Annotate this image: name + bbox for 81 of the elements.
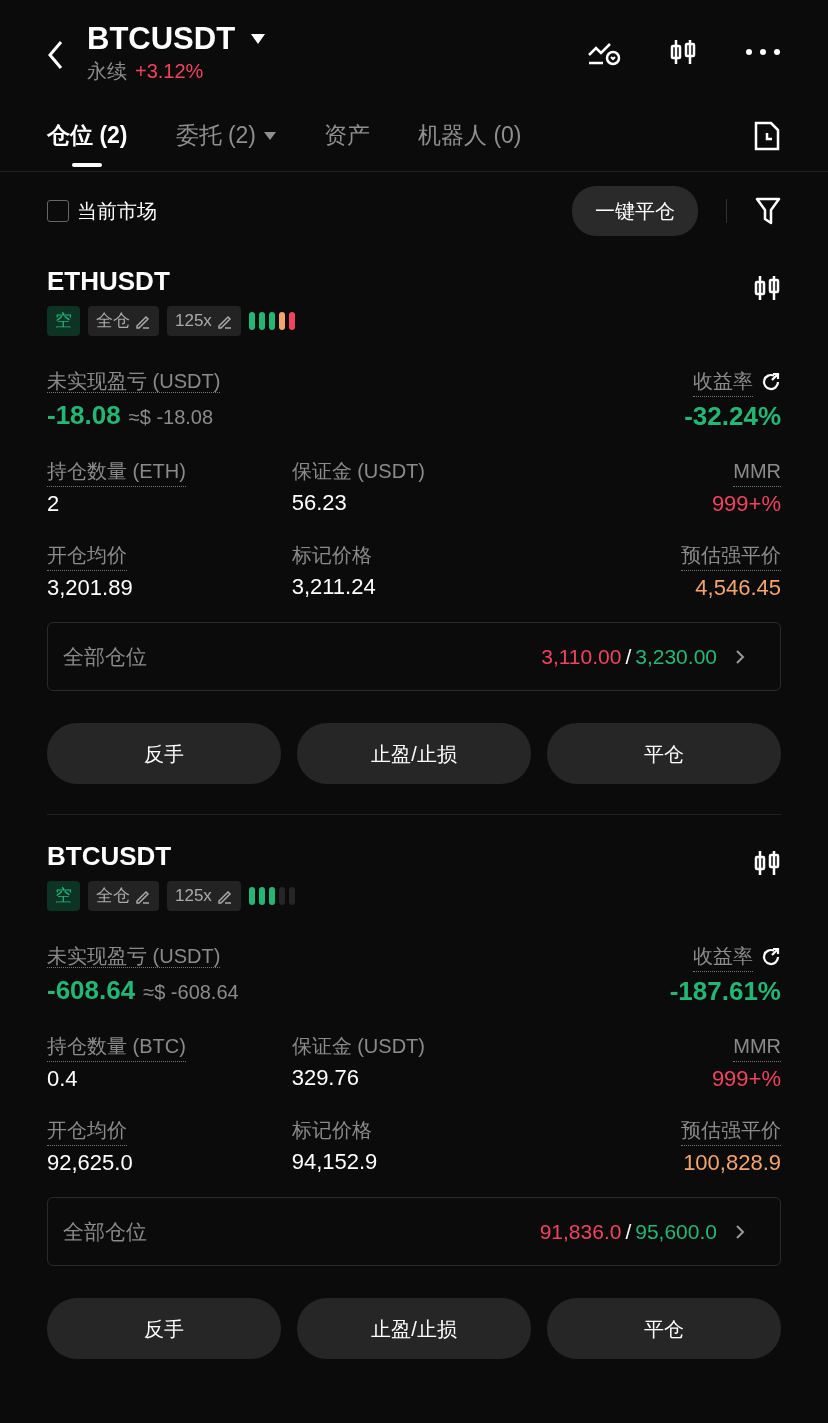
action-button[interactable]: 平仓 [547, 1298, 781, 1359]
contract-type: 永续 [87, 59, 127, 85]
stat-label: 预估强平价 [681, 540, 781, 571]
stat-label: MMR [733, 1031, 781, 1062]
tab[interactable]: 委托 (2) [175, 100, 276, 171]
side-tag: 空 [47, 881, 80, 911]
range-separator: / [625, 1218, 632, 1245]
chevron-right-icon[interactable] [735, 648, 745, 665]
candlestick-icon[interactable] [753, 274, 781, 302]
range-low: 91,836.0 [539, 1218, 622, 1245]
filter-icon[interactable] [755, 196, 781, 226]
margin-mode-tag[interactable]: 全仓 [88, 881, 159, 911]
position-range-row[interactable]: 全部仓位 91,836.0 / 95,600.0 [47, 1197, 781, 1266]
close-all-button[interactable]: 一键平仓 [572, 186, 698, 236]
stat-value: 92,625.0 [47, 1149, 134, 1177]
stat-value: 3,211.24 [291, 573, 377, 601]
share-icon[interactable] [761, 371, 781, 392]
tab[interactable]: 机器人 (0) [418, 100, 522, 171]
roe-label: 收益率 [693, 366, 753, 397]
action-button[interactable]: 平仓 [547, 723, 781, 784]
stat-value: 94,152.9 [291, 1148, 379, 1176]
action-button[interactable]: 止盈/止损 [297, 1298, 531, 1359]
stat-value: 0.4 [47, 1065, 79, 1093]
tab[interactable]: 仓位 (2) [47, 100, 128, 171]
candlestick-icon[interactable] [753, 849, 781, 877]
pnl-value: -608.64 [47, 974, 136, 1007]
pnl-value: -18.08 [47, 399, 121, 432]
range-high: 95,600.0 [635, 1218, 717, 1245]
stat-value: 56.23 [291, 489, 348, 517]
stat-label: 开仓均价 [47, 1115, 127, 1146]
roe-value: -187.61% [669, 975, 781, 1008]
range-label: 全部仓位 [63, 1218, 147, 1245]
price-change: +3.12% [135, 59, 204, 85]
candlestick-icon[interactable] [669, 38, 697, 66]
pnl-label: 未实现盈亏 (USDT) [47, 370, 221, 393]
roe-value: -32.24% [684, 400, 781, 433]
history-icon[interactable] [753, 119, 781, 152]
stat-label: 持仓数量 (BTC) [47, 1031, 186, 1062]
caret-icon[interactable] [264, 131, 276, 140]
stat-value: 3,201.89 [47, 574, 134, 602]
stat-value: 329.76 [291, 1064, 360, 1092]
roe-label: 收益率 [693, 941, 753, 972]
stat-value: 4,546.45 [694, 574, 781, 602]
checkbox[interactable] [47, 200, 69, 222]
more-icon[interactable] [745, 48, 781, 56]
range-label: 全部仓位 [63, 643, 147, 670]
symbol-title: BTCUSDT [87, 22, 236, 57]
pnl-usd: ≈$ -18.08 [128, 405, 214, 430]
checkbox-label[interactable]: 当前市场 [77, 196, 157, 226]
stat-value: 999+% [710, 1065, 781, 1093]
stat-label: 开仓均价 [47, 540, 127, 571]
position-symbol[interactable]: ETHUSDT [47, 261, 170, 301]
share-icon[interactable] [761, 946, 781, 967]
pnl-label: 未实现盈亏 (USDT) [47, 945, 221, 968]
range-low: 3,110.00 [541, 643, 622, 670]
stat-label: 持仓数量 (ETH) [47, 456, 186, 487]
pnl-usd: ≈$ -608.64 [143, 980, 239, 1005]
stat-label: 标记价格 [291, 1118, 372, 1143]
position-range-row[interactable]: 全部仓位 3,110.00 / 3,230.00 [47, 622, 781, 691]
leverage-tag[interactable]: 125x [167, 306, 241, 336]
range-separator: / [625, 643, 632, 670]
action-button[interactable]: 止盈/止损 [297, 723, 531, 784]
stat-label: 预估强平价 [681, 1115, 781, 1146]
stat-value: 100,828.9 [682, 1149, 781, 1177]
stat-label: 保证金 (USDT) [291, 459, 425, 484]
stat-value: 999+% [710, 490, 781, 518]
stat-label: MMR [733, 456, 781, 487]
side-tag: 空 [47, 306, 80, 336]
tab[interactable]: 资产 [324, 100, 370, 171]
caret-icon[interactable] [251, 34, 266, 45]
position-symbol[interactable]: BTCUSDT [47, 836, 172, 876]
leverage-tag[interactable]: 125x [167, 881, 241, 911]
stat-label: 保证金 (USDT) [291, 1034, 425, 1059]
action-button[interactable]: 反手 [47, 723, 281, 784]
back-icon[interactable] [47, 40, 63, 70]
chevron-right-icon[interactable] [735, 1223, 745, 1240]
range-high: 3,230.00 [635, 643, 717, 670]
stat-label: 标记价格 [291, 543, 372, 568]
margin-mode-tag[interactable]: 全仓 [88, 306, 159, 336]
stat-value: 2 [47, 490, 61, 518]
action-button[interactable]: 反手 [47, 1298, 281, 1359]
